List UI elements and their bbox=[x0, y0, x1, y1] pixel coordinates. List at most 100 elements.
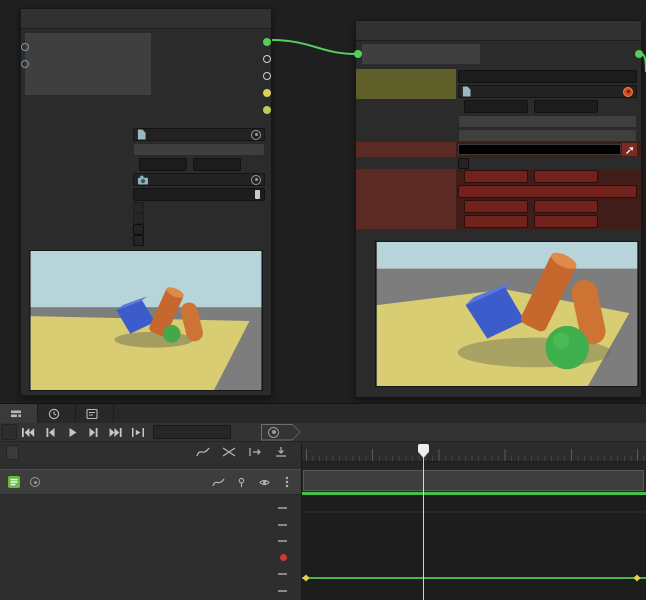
goto-end-button[interactable] bbox=[105, 424, 127, 440]
rotation-center-x-field[interactable] bbox=[464, 200, 528, 213]
prop-row-scale bbox=[356, 169, 641, 184]
timeline-ruler[interactable] bbox=[302, 442, 646, 462]
wire-output-offscreen[interactable] bbox=[642, 54, 646, 72]
object-picker-icon[interactable] bbox=[251, 175, 261, 185]
property-row-offset[interactable] bbox=[0, 533, 301, 550]
eyedropper-icon[interactable] bbox=[255, 190, 260, 199]
property-row-clip-properties[interactable] bbox=[0, 500, 301, 517]
camera-field[interactable] bbox=[133, 173, 265, 186]
include-child-renderers-checkbox[interactable] bbox=[133, 235, 144, 246]
name-field[interactable] bbox=[458, 70, 637, 83]
goto-start-button[interactable] bbox=[17, 424, 39, 440]
wire-output-to-input[interactable] bbox=[272, 40, 355, 54]
background-color-swatch[interactable] bbox=[458, 144, 621, 155]
curve-editor[interactable] bbox=[302, 495, 646, 600]
prop-label bbox=[356, 142, 456, 157]
track-canvas[interactable] bbox=[302, 462, 646, 600]
tab-timeline[interactable] bbox=[0, 404, 38, 424]
enable-shadows-checkbox[interactable] bbox=[133, 224, 144, 235]
rendering-node[interactable] bbox=[20, 8, 272, 396]
next-frame-button[interactable] bbox=[83, 424, 105, 440]
antialiasing-dropdown[interactable] bbox=[133, 143, 265, 156]
offset-x-field[interactable] bbox=[464, 215, 528, 228]
track-menu-button[interactable] bbox=[279, 475, 295, 490]
track-toolbar bbox=[0, 442, 302, 462]
object-picker-icon[interactable] bbox=[251, 130, 261, 140]
prop-label bbox=[356, 69, 456, 84]
resize-mode-dropdown[interactable] bbox=[458, 115, 637, 128]
rendering-node-title[interactable] bbox=[21, 9, 271, 29]
size-y-field[interactable] bbox=[193, 158, 241, 171]
port-dot-icon[interactable] bbox=[263, 106, 271, 114]
eye-icon bbox=[258, 477, 271, 488]
port-dot-icon[interactable] bbox=[263, 89, 271, 97]
prop-row-rotation-center bbox=[356, 199, 641, 214]
output-port-dot-icon[interactable] bbox=[635, 50, 643, 58]
edit-mode-mix-button[interactable] bbox=[221, 445, 237, 460]
keyframe-diamond-end[interactable] bbox=[634, 575, 641, 582]
offset-y-field[interactable] bbox=[534, 215, 598, 228]
property-row-rotation[interactable] bbox=[0, 550, 301, 567]
track-curves-button[interactable] bbox=[210, 475, 226, 490]
timeline-panel bbox=[0, 403, 646, 600]
object-picker-icon[interactable] bbox=[623, 87, 633, 97]
prop-row-clear-flags bbox=[21, 202, 271, 213]
tab-animation[interactable] bbox=[38, 404, 76, 424]
curves-view-button[interactable] bbox=[195, 445, 211, 460]
tab-console[interactable] bbox=[76, 404, 114, 424]
port-dot-icon[interactable] bbox=[263, 55, 271, 63]
output-port-normals[interactable] bbox=[21, 84, 271, 101]
post-process-profile-field[interactable] bbox=[133, 128, 265, 141]
background-color-swatch bbox=[133, 213, 144, 224]
keyframe-diamond-start[interactable] bbox=[303, 575, 310, 582]
edit-mode-replace-button[interactable] bbox=[273, 445, 289, 460]
track-pin-button[interactable] bbox=[233, 475, 249, 490]
timeline-content bbox=[0, 462, 646, 600]
track-header[interactable] bbox=[0, 469, 301, 495]
color-field[interactable] bbox=[133, 188, 265, 201]
track-visibility-button[interactable] bbox=[256, 475, 272, 490]
output-port-output[interactable] bbox=[21, 33, 271, 50]
size-y-field[interactable] bbox=[534, 100, 598, 113]
rotation-center-y-field[interactable] bbox=[534, 200, 598, 213]
object-field[interactable] bbox=[458, 85, 637, 98]
current-frame-input[interactable] bbox=[153, 425, 231, 439]
output-port-depth[interactable] bbox=[21, 67, 271, 84]
rotation-field[interactable] bbox=[458, 185, 637, 198]
scale-x-field[interactable] bbox=[464, 170, 528, 183]
timeline-asset-icon bbox=[268, 427, 279, 438]
eyedropper-button[interactable] bbox=[622, 143, 637, 156]
object-picker-icon[interactable] bbox=[30, 477, 40, 487]
timeline-breadcrumb[interactable] bbox=[261, 424, 301, 441]
property-row-scale[interactable] bbox=[0, 583, 301, 600]
port-dot-icon[interactable] bbox=[263, 72, 271, 80]
property-row-rotation-center[interactable] bbox=[0, 566, 301, 583]
edit-mode-ripple-button[interactable] bbox=[247, 445, 263, 460]
output-port-matte[interactable] bbox=[21, 50, 271, 67]
port-dot-icon[interactable] bbox=[263, 38, 271, 46]
timeline-clip[interactable] bbox=[303, 470, 644, 491]
transform-node-title[interactable] bbox=[356, 21, 641, 41]
prop-row-uniform-scale bbox=[356, 157, 641, 169]
track-curves-icon bbox=[212, 477, 225, 488]
previous-frame-button[interactable] bbox=[39, 424, 61, 440]
prop-row-rotation bbox=[356, 184, 641, 199]
node-graph-canvas[interactable] bbox=[0, 0, 646, 403]
skip-end-icon bbox=[109, 427, 123, 438]
play-range-button[interactable] bbox=[127, 424, 149, 440]
preview-toggle-button[interactable] bbox=[1, 424, 17, 440]
rendering-node-properties bbox=[21, 121, 271, 246]
playhead-handle[interactable] bbox=[418, 444, 429, 458]
input-port-chip[interactable] bbox=[362, 44, 480, 64]
property-row-bg-color[interactable] bbox=[0, 517, 301, 534]
play-button[interactable] bbox=[61, 424, 83, 440]
scale-y-field[interactable] bbox=[534, 170, 598, 183]
size-x-field[interactable] bbox=[139, 158, 187, 171]
uniform-scale-checkbox[interactable] bbox=[458, 158, 469, 169]
output-port-uvs[interactable] bbox=[21, 101, 271, 118]
size-x-field[interactable] bbox=[464, 100, 528, 113]
transform-node[interactable] bbox=[355, 20, 642, 398]
input-port-dot-icon[interactable] bbox=[354, 50, 362, 58]
tex-wrap-mode-dropdown[interactable] bbox=[458, 129, 637, 142]
add-track-button[interactable] bbox=[6, 445, 19, 460]
